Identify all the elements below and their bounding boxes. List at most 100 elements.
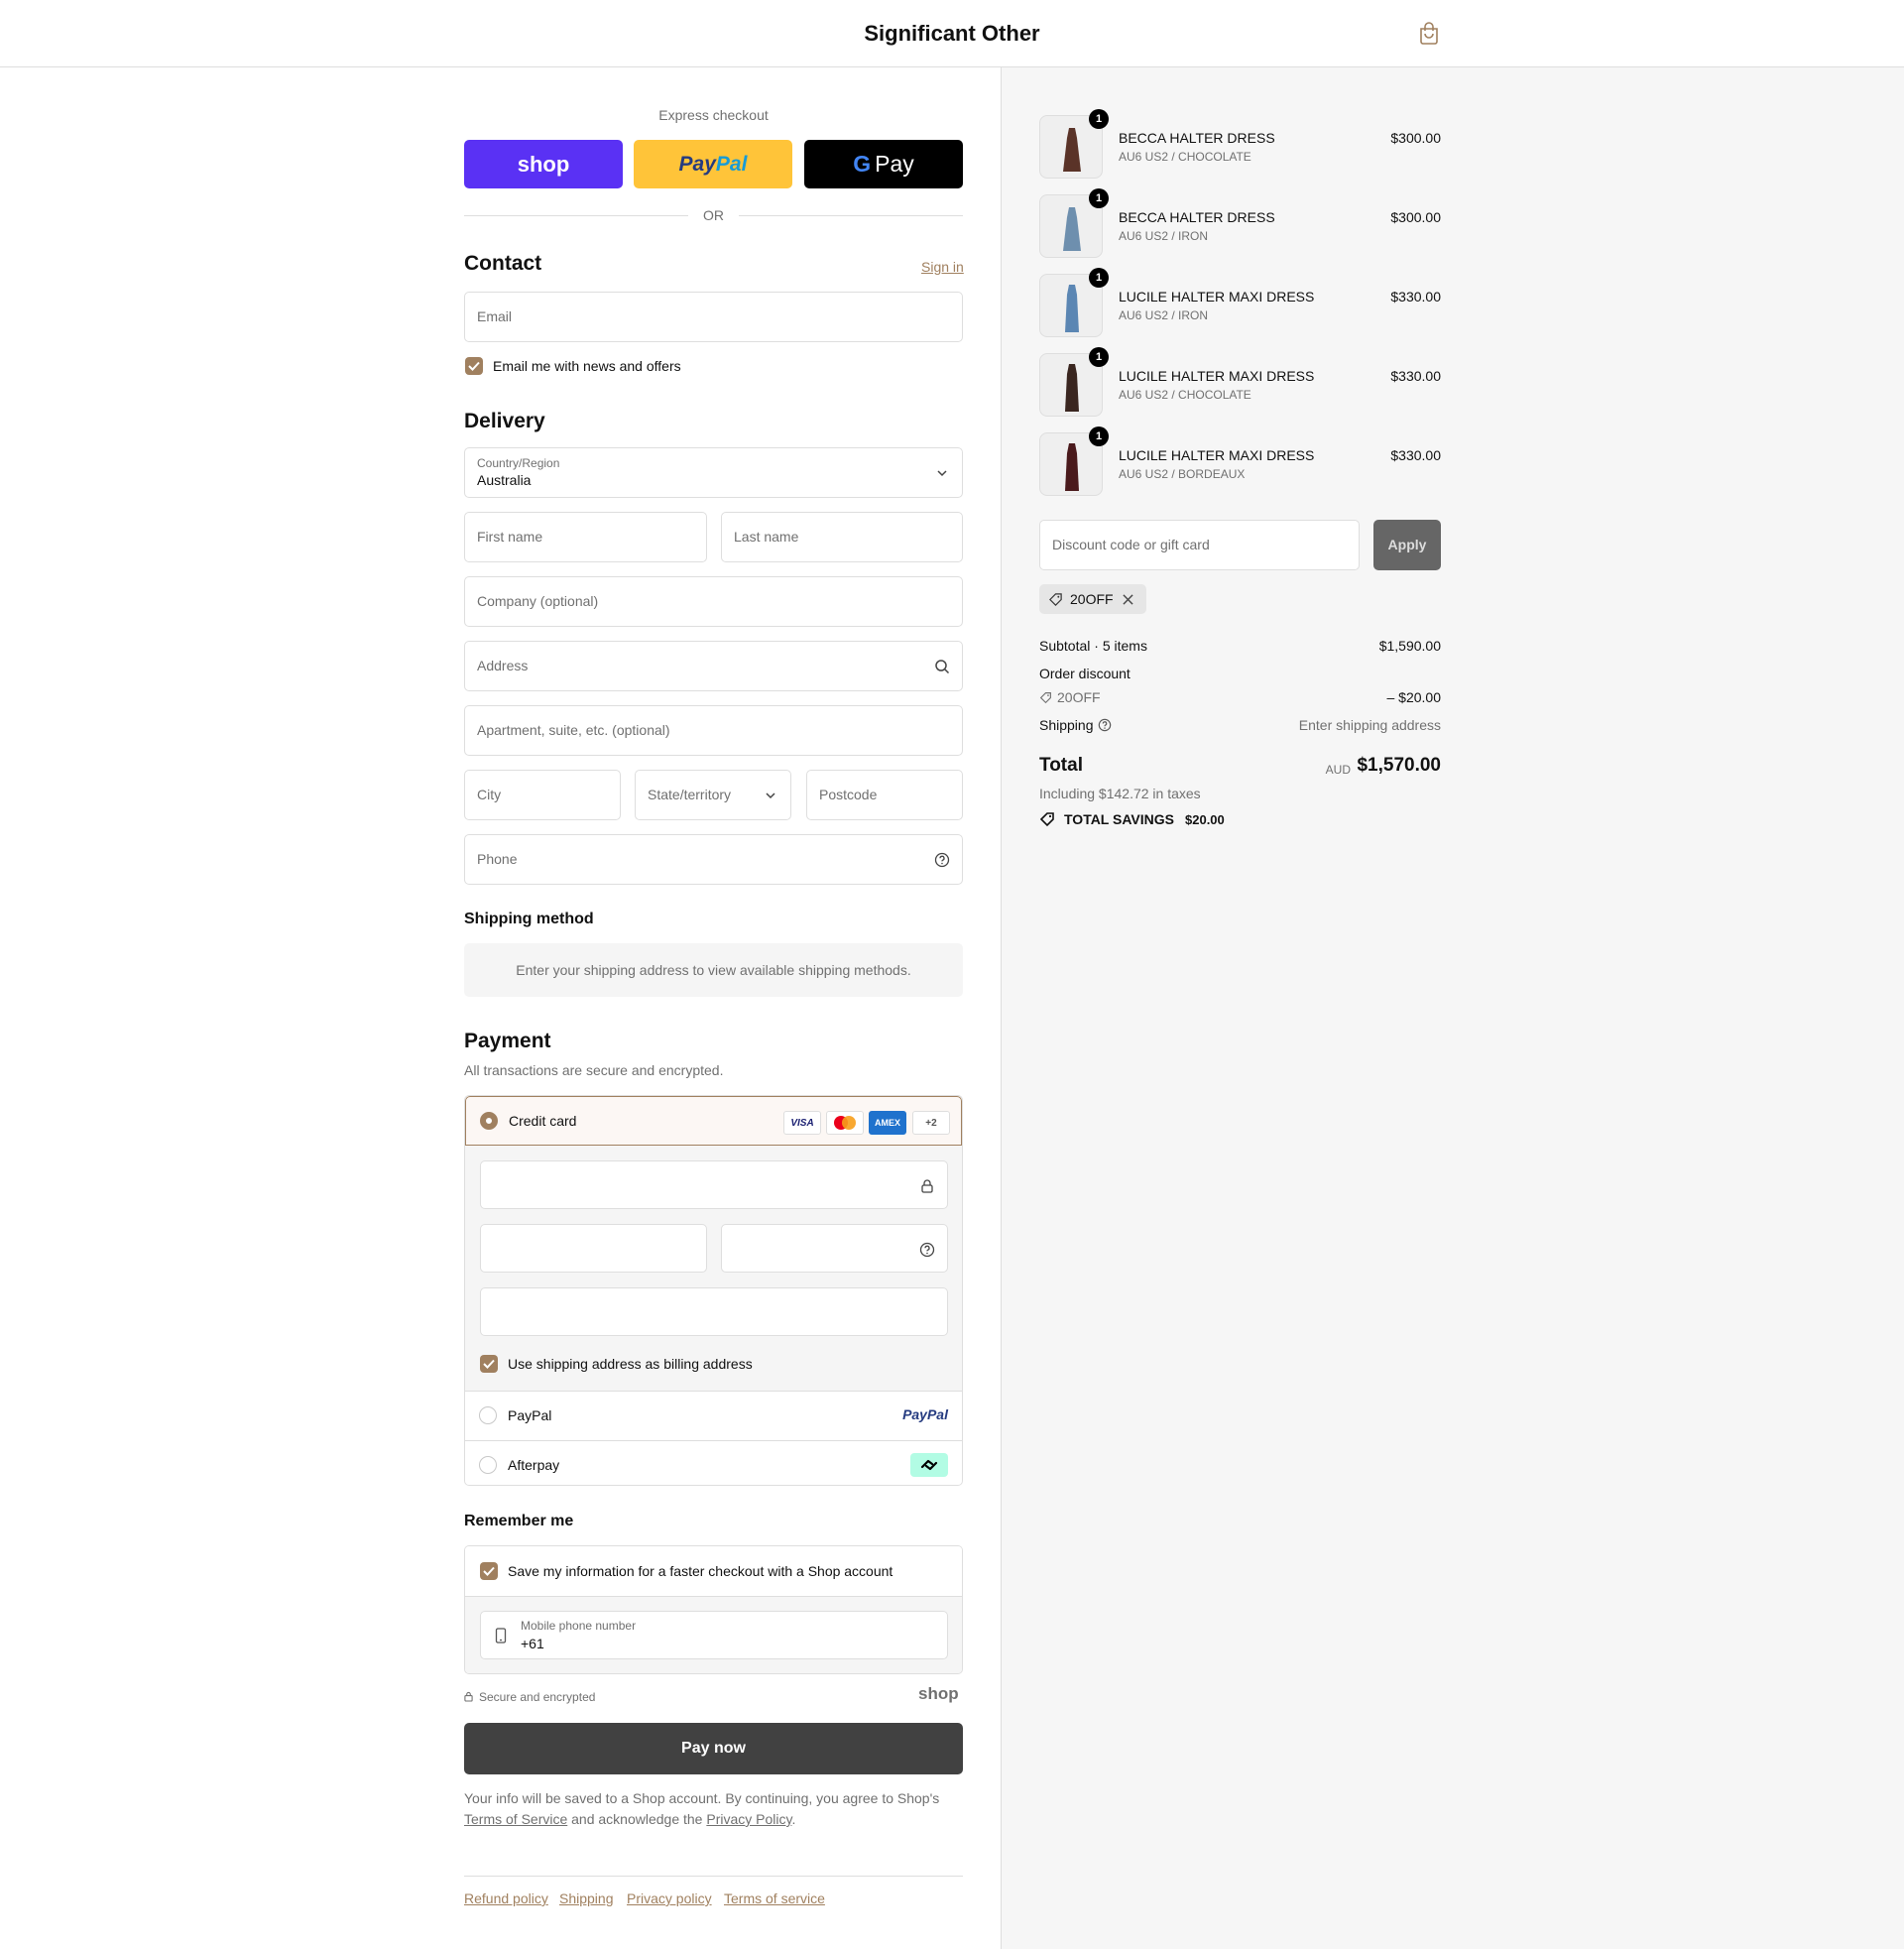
afterpay-option[interactable]: Afterpay: [465, 1440, 962, 1485]
privacy-policy-link[interactable]: Privacy Policy: [706, 1811, 791, 1827]
cart-item: 1 LUCILE HALTER MAXI DRESS AU6 US2 / BOR…: [1039, 426, 1441, 496]
order-summary-panel: [1001, 67, 1904, 1949]
credit-card-label: Credit card: [509, 1113, 577, 1129]
card-number-field[interactable]: [480, 1160, 948, 1209]
item-price: $330.00: [1390, 289, 1441, 305]
shipping-method-heading: Shipping method: [464, 911, 594, 927]
footer-shipping-link[interactable]: Shipping: [559, 1890, 614, 1906]
mobile-phone-field[interactable]: Mobile phone number +61: [480, 1611, 948, 1659]
total-label: Total: [1039, 755, 1083, 776]
footer-terms-link[interactable]: Terms of service: [724, 1890, 825, 1906]
item-price: $330.00: [1390, 368, 1441, 384]
afterpay-logo-icon: [910, 1453, 948, 1477]
pay-now-button[interactable]: Pay now: [464, 1723, 963, 1774]
quantity-badge: 1: [1089, 347, 1109, 367]
email-field[interactable]: Email: [464, 292, 963, 342]
item-name: LUCILE HALTER MAXI DRESS: [1119, 447, 1315, 463]
country-select[interactable]: Country/Region Australia: [464, 447, 963, 498]
company-field[interactable]: Company (optional): [464, 576, 963, 627]
tag-icon: [1039, 812, 1054, 827]
secure-label: Secure and encrypted: [479, 1690, 596, 1704]
cart-item: 1 LUCILE HALTER MAXI DRESS AU6 US2 / IRO…: [1039, 268, 1441, 337]
total-savings-value: $20.00: [1185, 812, 1225, 827]
phone-field[interactable]: Phone: [464, 834, 963, 885]
express-checkout-label: Express checkout: [658, 107, 769, 123]
quantity-badge: 1: [1089, 109, 1109, 129]
discount-value: – $20.00: [1386, 689, 1442, 705]
item-price: $300.00: [1390, 209, 1441, 225]
payment-heading: Payment: [464, 1030, 551, 1052]
cart-item: 1 BECCA HALTER DRESS AU6 US2 / CHOCOLATE…: [1039, 109, 1441, 179]
save-info-checkbox[interactable]: [480, 1562, 498, 1580]
item-variant: AU6 US2 / IRON: [1119, 229, 1209, 243]
lock-icon: [921, 1179, 933, 1193]
amex-icon: AMEX: [869, 1111, 906, 1135]
credit-card-radio[interactable]: [480, 1112, 498, 1130]
google-pay-label: Pay: [875, 151, 914, 177]
payment-subtitle: All transactions are secure and encrypte…: [464, 1062, 724, 1078]
item-variant: AU6 US2 / IRON: [1119, 308, 1209, 322]
item-variant: AU6 US2 / CHOCOLATE: [1119, 150, 1251, 164]
shop-pay-button[interactable]: shop: [464, 140, 623, 188]
paypal-option-label: PayPal: [508, 1407, 552, 1423]
quantity-badge: 1: [1089, 188, 1109, 208]
help-circle-icon[interactable]: [934, 852, 950, 868]
quantity-badge: 1: [1089, 426, 1109, 446]
item-price: $300.00: [1390, 130, 1441, 146]
paypal-radio[interactable]: [479, 1406, 497, 1424]
afterpay-radio[interactable]: [479, 1456, 497, 1474]
city-field[interactable]: City: [464, 770, 621, 820]
total-savings-label: TOTAL SAVINGS: [1064, 811, 1174, 827]
item-name: LUCILE HALTER MAXI DRESS: [1119, 368, 1315, 384]
payment-methods: Credit card VISA AMEX +2 Use shipping ad…: [464, 1095, 963, 1486]
expiry-date-field[interactable]: [480, 1224, 707, 1273]
shipping-label: Shipping: [1039, 717, 1094, 733]
newsletter-label: Email me with news and offers: [493, 358, 681, 374]
footer-privacy-policy-link[interactable]: Privacy policy: [627, 1890, 712, 1906]
remember-me-heading: Remember me: [464, 1513, 574, 1529]
dress-shape: [1065, 443, 1079, 491]
item-name: LUCILE HALTER MAXI DRESS: [1119, 289, 1315, 305]
shop-mark: shop: [918, 1684, 959, 1703]
taxes-note: Including $142.72 in taxes: [1039, 786, 1201, 801]
sign-in-link[interactable]: Sign in: [921, 259, 964, 275]
store-name[interactable]: Significant Other: [0, 21, 1904, 47]
help-circle-icon[interactable]: [919, 1242, 935, 1258]
first-name-field[interactable]: First name: [464, 512, 707, 562]
footer-divider: [464, 1876, 963, 1877]
item-name: BECCA HALTER DRESS: [1119, 130, 1275, 146]
discount-code-field[interactable]: Discount code or gift card: [1039, 520, 1360, 570]
last-name-field[interactable]: Last name: [721, 512, 963, 562]
credit-card-option[interactable]: Credit card VISA AMEX +2: [465, 1096, 962, 1146]
shopping-bag-icon[interactable]: [1418, 22, 1440, 46]
paypal-logo: PayPal: [902, 1406, 948, 1422]
terms-of-service-link[interactable]: Terms of Service: [464, 1811, 567, 1827]
address-field[interactable]: Address: [464, 641, 963, 691]
credit-card-form: Use shipping address as billing address: [465, 1146, 962, 1391]
apply-discount-button[interactable]: Apply: [1373, 520, 1441, 570]
remove-discount-icon[interactable]: [1123, 594, 1133, 605]
item-variant: AU6 US2 / BORDEAUX: [1119, 467, 1246, 481]
google-pay-button[interactable]: G Pay: [804, 140, 963, 188]
paypal-button[interactable]: PayPal: [634, 140, 792, 188]
chevron-down-icon: [937, 470, 947, 477]
paypal-option[interactable]: PayPal PayPal: [465, 1391, 962, 1440]
tag-icon: [1049, 593, 1062, 606]
shipping-method-notice: Enter your shipping address to view avai…: [464, 943, 963, 997]
afterpay-option-label: Afterpay: [508, 1457, 560, 1473]
visa-icon: VISA: [783, 1111, 821, 1135]
name-on-card-field[interactable]: [480, 1287, 948, 1336]
dress-shape: [1063, 207, 1081, 251]
billing-same-checkbox[interactable]: [480, 1355, 498, 1373]
subtotal-value: $1,590.00: [1378, 638, 1441, 654]
mastercard-icon: [826, 1111, 864, 1135]
apartment-field[interactable]: Apartment, suite, etc. (optional): [464, 705, 963, 756]
help-circle-icon[interactable]: [1098, 718, 1112, 732]
newsletter-checkbox[interactable]: [465, 357, 483, 375]
state-select[interactable]: State/territory: [635, 770, 791, 820]
postcode-field[interactable]: Postcode: [806, 770, 963, 820]
legal-notice: Your info will be saved to a Shop accoun…: [464, 1790, 940, 1827]
footer-refund-policy-link[interactable]: Refund policy: [464, 1890, 548, 1906]
shop-logo: shop: [517, 151, 570, 177]
security-code-field[interactable]: [721, 1224, 948, 1273]
